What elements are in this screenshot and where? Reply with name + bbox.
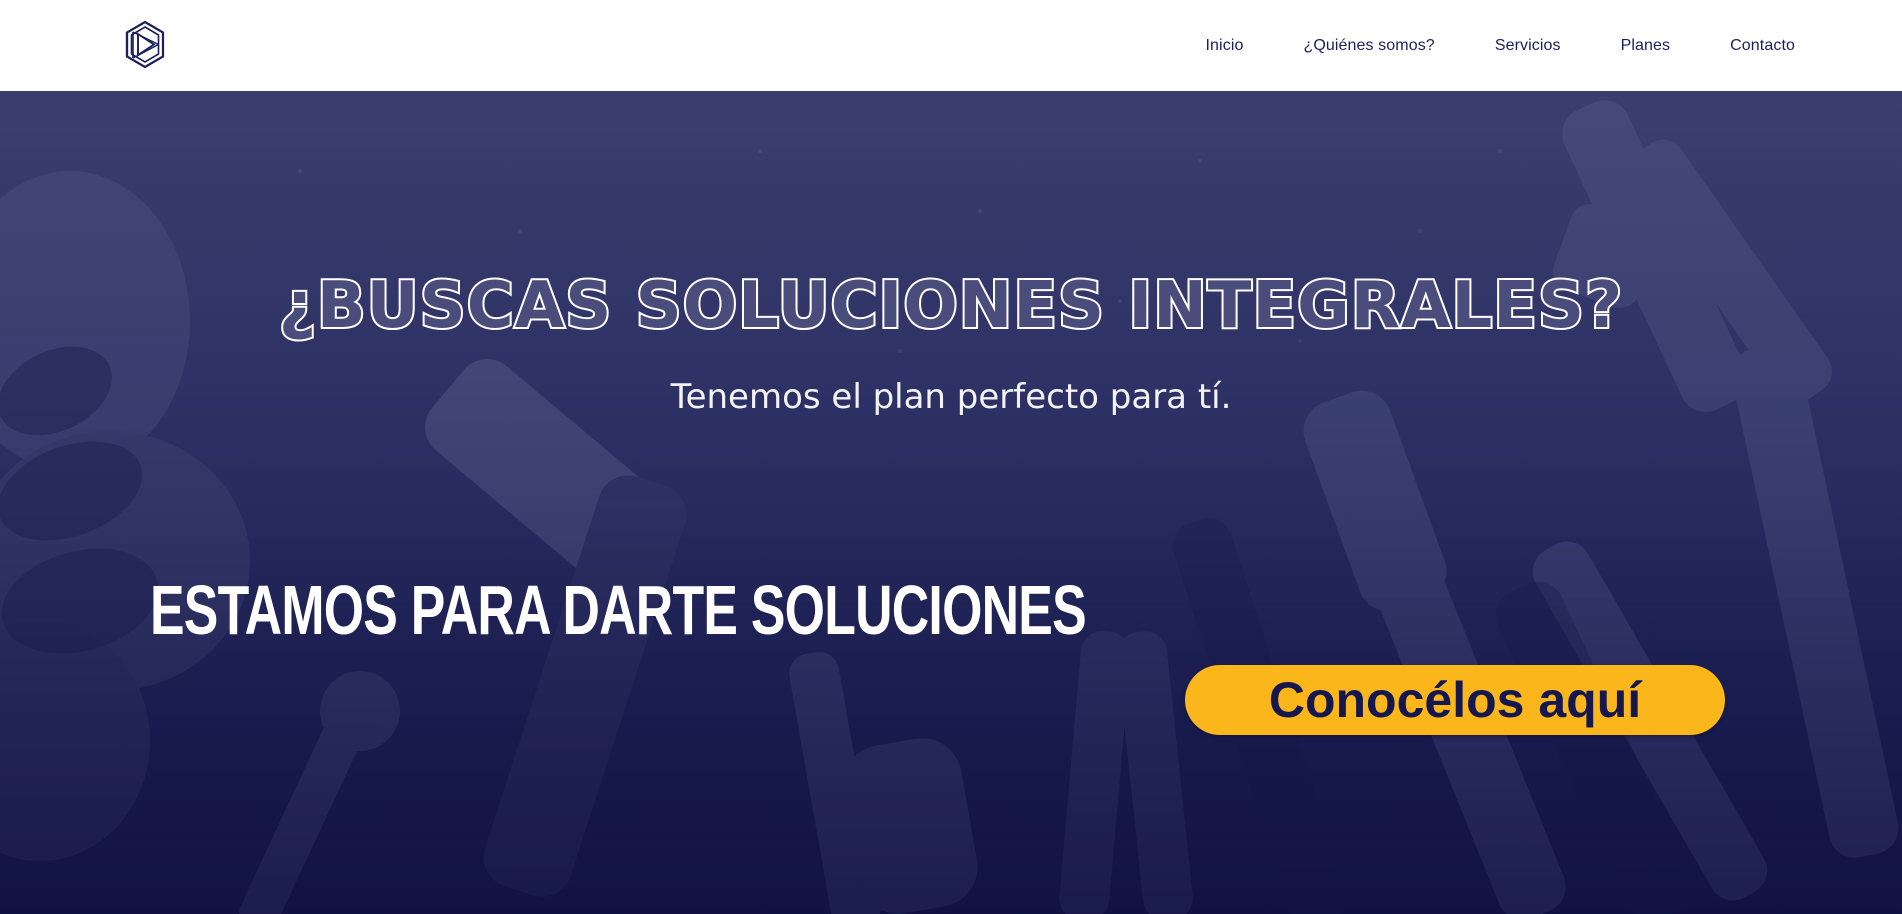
nav-link-servicios[interactable]: Servicios bbox=[1495, 37, 1561, 55]
hero-subheadline: Tenemos el plan perfecto para tí. bbox=[670, 377, 1232, 417]
main-nav: Inicio ¿Quiénes somos? Servicios Planes … bbox=[1206, 0, 1795, 91]
site-header: Inicio ¿Quiénes somos? Servicios Planes … bbox=[0, 0, 1902, 91]
nav-link-planes[interactable]: Planes bbox=[1621, 37, 1671, 55]
nav-link-contacto[interactable]: Contacto bbox=[1730, 37, 1795, 55]
hexagon-logo-icon[interactable] bbox=[124, 20, 166, 69]
hero-tagline: ESTAMOS PARA DARTE SOLUCIONES bbox=[150, 571, 1087, 649]
hero-overlay bbox=[0, 91, 1902, 914]
cta-button[interactable]: Conocélos aquí bbox=[1185, 665, 1725, 735]
nav-link-quienes-somos[interactable]: ¿Quiénes somos? bbox=[1303, 37, 1434, 55]
nav-link-inicio[interactable]: Inicio bbox=[1206, 37, 1244, 55]
hero-section: ¿BUSCAS SOLUCIONES INTEGRALES? Tenemos e… bbox=[0, 91, 1902, 914]
hero-headline: ¿BUSCAS SOLUCIONES INTEGRALES? bbox=[277, 269, 1624, 343]
